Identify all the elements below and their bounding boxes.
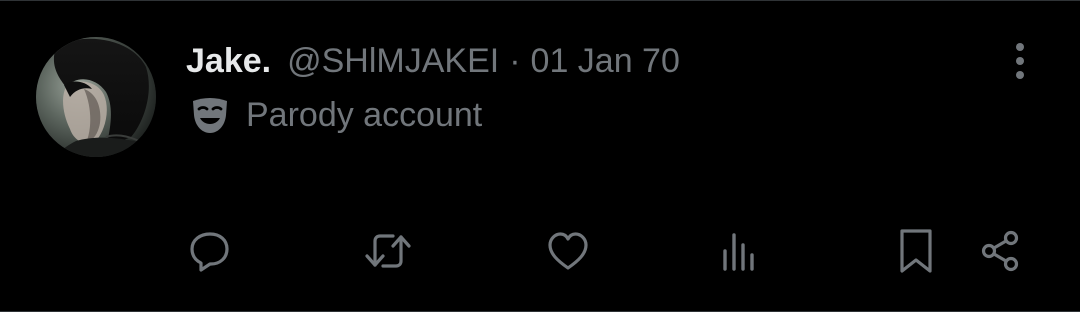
share-icon	[981, 230, 1019, 272]
views-button[interactable]	[710, 223, 766, 279]
bookmark-icon	[900, 229, 932, 273]
parody-label: Parody account	[246, 95, 483, 134]
retweet-button[interactable]	[360, 223, 416, 279]
more-vertical-icon	[1016, 43, 1024, 79]
avatar-image	[36, 37, 156, 157]
user-handle[interactable]: @SHlMJAKEI	[287, 39, 499, 83]
retweet-icon	[365, 234, 411, 268]
separator-dot: ·	[509, 42, 521, 80]
analytics-icon	[723, 233, 754, 271]
reply-button[interactable]	[182, 223, 238, 279]
heart-icon	[548, 232, 588, 270]
tweet-header: Jake. @SHlMJAKEI · 01 Jan 70	[186, 39, 680, 83]
theater-mask-icon	[190, 95, 230, 135]
tweet-card[interactable]: Jake. @SHlMJAKEI · 01 Jan 70 Parody acco…	[0, 0, 1080, 312]
like-button[interactable]	[540, 223, 596, 279]
timestamp[interactable]: 01 Jan 70	[531, 39, 680, 83]
account-label[interactable]: Parody account	[190, 93, 482, 137]
reply-icon	[190, 232, 229, 272]
action-bar	[0, 223, 1080, 279]
avatar[interactable]	[36, 37, 156, 157]
display-name[interactable]: Jake.	[186, 39, 271, 83]
share-button[interactable]	[972, 223, 1028, 279]
more-options-button[interactable]	[1000, 39, 1040, 83]
bookmark-button[interactable]	[888, 223, 944, 279]
